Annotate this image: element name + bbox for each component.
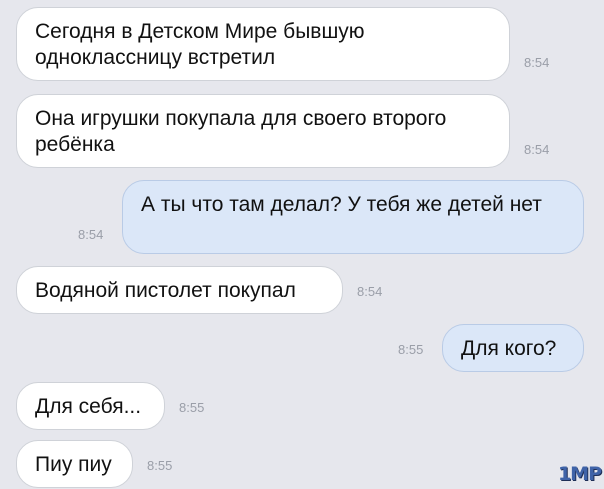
message-text: Пиу пиу [35,453,112,476]
message-timestamp: 8:55 [398,342,424,357]
message-text: Водяной пистолет покупал [35,279,296,302]
message-timestamp: 8:54 [524,142,550,157]
message-text: Для кого? [461,337,557,360]
message-timestamp: 8:54 [78,227,104,242]
chat-thread: Сегодня в Детском Мире бывшую одноклассн… [0,0,604,489]
watermark-logo: 1MP [557,463,602,485]
message-text: Она игрушки покупала для своего второго … [35,107,447,156]
message-timestamp: 8:55 [179,400,205,415]
message-timestamp: 8:54 [357,284,383,299]
message-bubble-incoming[interactable]: Сегодня в Детском Мире бывшую одноклассн… [16,7,510,81]
message-bubble-outgoing[interactable]: А ты что там делал? У тебя же детей нет [122,180,584,254]
message-bubble-incoming[interactable]: Водяной пистолет покупал [16,266,343,314]
message-bubble-incoming[interactable]: Для себя... [16,382,165,430]
message-bubble-incoming[interactable]: Пиу пиу [16,440,133,488]
message-timestamp: 8:54 [524,55,550,70]
message-bubble-incoming[interactable]: Она игрушки покупала для своего второго … [16,94,510,168]
message-text: Для себя... [35,395,142,418]
message-text: Сегодня в Детском Мире бывшую одноклассн… [35,20,365,69]
message-bubble-outgoing[interactable]: Для кого? [442,324,584,372]
message-timestamp: 8:55 [147,458,173,473]
message-text: А ты что там делал? У тебя же детей нет [141,193,542,216]
